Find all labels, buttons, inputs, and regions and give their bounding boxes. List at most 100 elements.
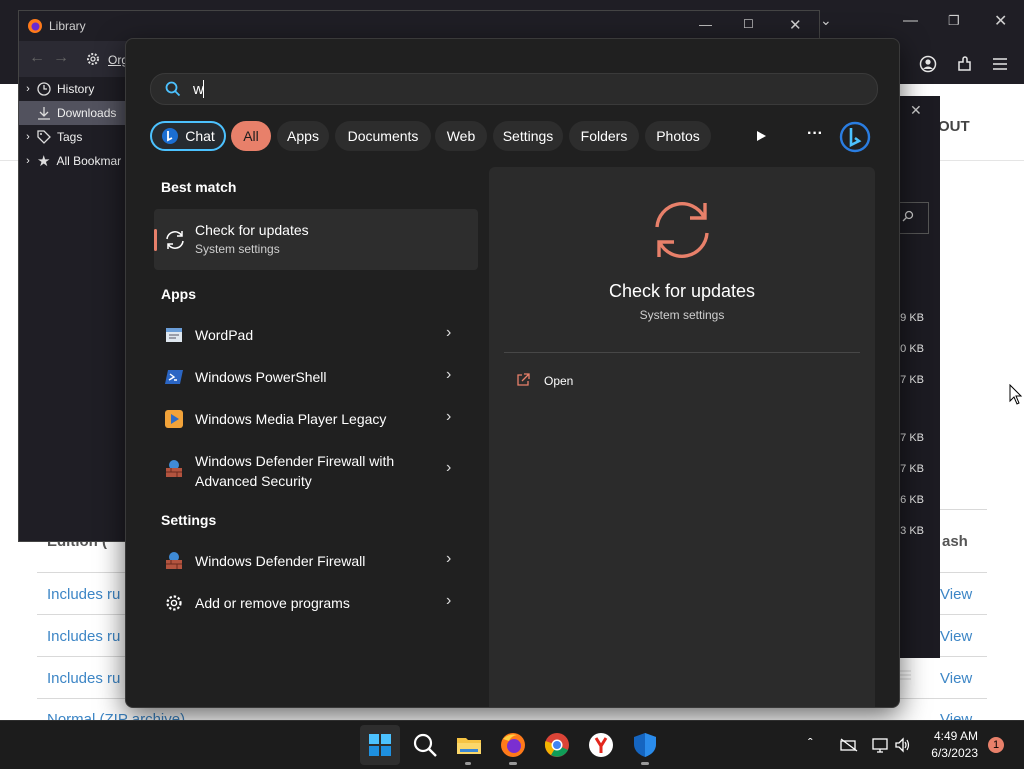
filter-apps[interactable]: Apps — [277, 121, 329, 151]
table-row-view-link[interactable]: View — [940, 586, 972, 603]
sidebar-item-label: All Bookmar — [56, 154, 122, 168]
expand-chevron-icon[interactable]: › — [19, 155, 37, 167]
filter-photos[interactable]: Photos — [645, 121, 711, 151]
more-options-icon[interactable]: ··· — [807, 125, 823, 143]
filter-label: Settings — [502, 128, 554, 144]
table-row-edition[interactable]: Includes ru — [47, 586, 120, 603]
chevron-up-icon[interactable]: ˆ — [808, 735, 813, 751]
filter-documents[interactable]: Documents — [335, 121, 431, 151]
setting-result-firewall[interactable]: Windows Defender Firewall › — [154, 541, 480, 581]
setting-label: Windows Defender Firewall — [195, 553, 366, 569]
filter-web[interactable]: Web — [435, 121, 487, 151]
app-label: Windows Media Player Legacy — [195, 411, 387, 427]
windows-start-icon — [369, 734, 391, 756]
more-filters-play-icon[interactable] — [755, 130, 767, 142]
account-icon[interactable] — [919, 55, 937, 73]
app-result-media-player[interactable]: Windows Media Player Legacy › — [154, 399, 480, 439]
chevron-right-icon[interactable]: › — [446, 592, 458, 609]
star-icon: ★ — [37, 153, 51, 170]
header-link[interactable]: OUT — [938, 118, 970, 135]
filter-label: Apps — [287, 128, 319, 144]
best-match-heading: Best match — [161, 179, 237, 195]
search-icon — [165, 81, 181, 97]
search-icon[interactable] — [411, 731, 439, 759]
minimize-icon[interactable]: — — [903, 12, 918, 29]
chevron-right-icon[interactable]: › — [446, 550, 458, 567]
powershell-icon — [165, 370, 183, 384]
column-header-hash[interactable]: ash — [942, 533, 968, 550]
menu-icon[interactable] — [992, 57, 1008, 71]
start-button[interactable] — [360, 725, 400, 765]
bing-icon[interactable] — [839, 121, 871, 153]
close-icon[interactable]: ✕ — [994, 11, 1007, 31]
back-arrow-icon[interactable]: ← — [29, 49, 45, 67]
extensions-icon[interactable] — [956, 55, 974, 73]
minimize-icon[interactable]: — — [699, 17, 712, 32]
app-label: Advanced Security — [195, 473, 312, 489]
preview-title: Check for updates — [608, 281, 756, 301]
filter-label: Documents — [347, 128, 419, 144]
app-result-powershell[interactable]: Windows PowerShell › — [154, 357, 480, 397]
tag-icon — [37, 130, 51, 144]
tab-list-chevron-icon[interactable]: ⌄ — [820, 12, 832, 29]
file-size: 0 KB — [900, 343, 924, 355]
table-row-edition[interactable]: Includes ru — [47, 670, 120, 687]
close-icon[interactable]: ✕ — [910, 102, 922, 119]
forward-arrow-icon[interactable]: → — [53, 49, 69, 67]
file-size: 3 KB — [900, 525, 924, 537]
app-result-wordpad[interactable]: WordPad › — [154, 315, 480, 355]
filter-folders[interactable]: Folders — [569, 121, 639, 151]
table-row-view-link[interactable]: View — [940, 670, 972, 687]
network-disconnected-icon[interactable] — [840, 738, 858, 752]
external-link-icon — [517, 373, 530, 386]
app-label: Windows Defender Firewall with — [195, 453, 395, 469]
taskbar: ˆ 4:49 AM 6/3/2023 1 — [0, 720, 1024, 769]
notification-count: 1 — [992, 739, 1000, 751]
open-action[interactable]: Open — [504, 367, 704, 397]
defender-shield-icon[interactable] — [631, 731, 659, 759]
table-row-edition[interactable]: Includes ru — [47, 628, 120, 645]
filter-label: Web — [446, 128, 476, 144]
chevron-right-icon[interactable]: › — [446, 459, 458, 476]
settings-heading: Settings — [161, 512, 217, 528]
close-icon[interactable]: ✕ — [789, 16, 802, 34]
filter-all[interactable]: All — [231, 121, 271, 151]
search-box[interactable]: w — [150, 73, 878, 105]
expand-chevron-icon[interactable]: › — [19, 83, 37, 95]
chevron-right-icon[interactable]: › — [446, 324, 458, 341]
history-clock-icon — [37, 82, 51, 96]
chrome-icon[interactable] — [543, 731, 571, 759]
best-match-subtitle: System settings — [195, 242, 280, 256]
firefox-running-dot — [509, 762, 517, 765]
chevron-right-icon[interactable]: › — [446, 408, 458, 425]
filter-settings[interactable]: Settings — [493, 121, 563, 151]
detail-view-icon[interactable] — [916, 667, 932, 683]
clock-date[interactable]: 6/3/2023 — [918, 746, 978, 760]
firefox-icon — [28, 19, 42, 33]
apps-heading: Apps — [161, 286, 196, 302]
maximize-icon[interactable]: ❐ — [948, 13, 960, 29]
gear-icon[interactable] — [85, 51, 101, 67]
expand-chevron-icon[interactable]: › — [19, 131, 37, 143]
start-search-panel: w Chat All Apps Documents Web Settings F… — [125, 38, 900, 708]
notification-badge[interactable]: 1 — [988, 737, 1004, 753]
best-match-result[interactable]: Check for updates System settings — [154, 209, 478, 270]
setting-result-add-remove-programs[interactable]: Add or remove programs › — [154, 583, 480, 623]
volume-icon[interactable] — [894, 737, 910, 753]
preview-pane: Check for updates System settings Open — [489, 167, 875, 707]
yandex-icon[interactable] — [587, 731, 615, 759]
app-result-firewall-advanced[interactable]: Windows Defender Firewall with Advanced … — [154, 441, 480, 497]
clock-time[interactable]: 4:49 AM — [928, 729, 978, 743]
best-match-title: Check for updates — [195, 222, 309, 238]
wordpad-icon — [166, 328, 182, 342]
display-icon[interactable] — [872, 737, 888, 753]
file-explorer-icon[interactable] — [455, 731, 483, 759]
sidebar-item-label: History — [57, 82, 95, 96]
library-title: Library — [49, 19, 86, 33]
firefox-icon[interactable] — [499, 731, 527, 759]
list-view-icon[interactable] — [898, 668, 912, 684]
maximize-icon[interactable]: ☐ — [743, 17, 754, 31]
filter-chat[interactable]: Chat — [150, 121, 226, 151]
table-row-view-link[interactable]: View — [940, 628, 972, 645]
chevron-right-icon[interactable]: › — [446, 366, 458, 383]
